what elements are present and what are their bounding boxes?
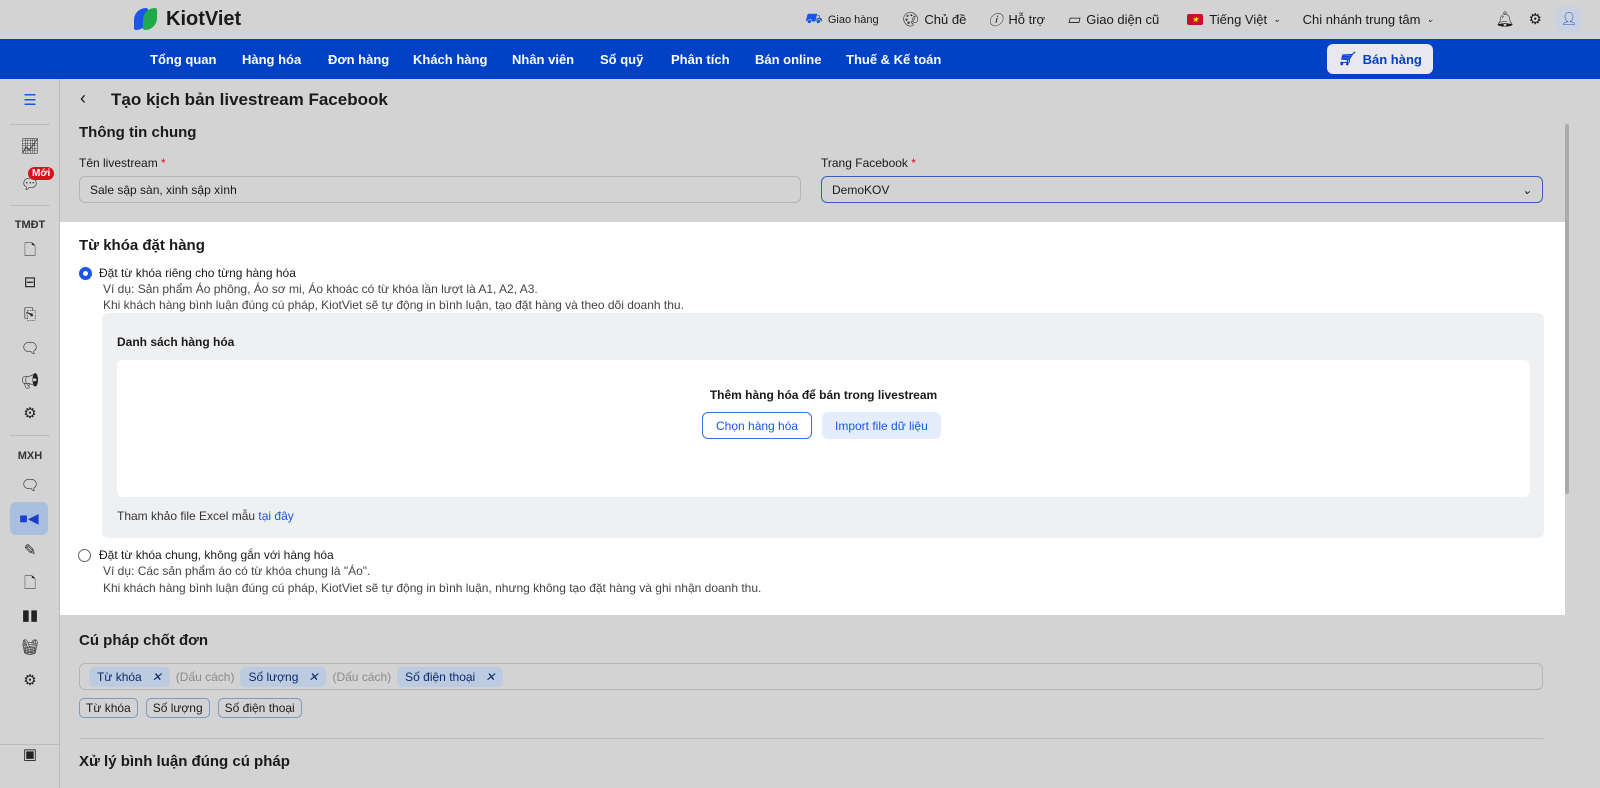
avatar[interactable]: 👤︎ (1556, 6, 1582, 32)
nav-products[interactable]: Hàng hóa (242, 52, 301, 67)
top-actions: 🔔︎ ⚙ 👤︎ (1496, 6, 1582, 32)
sidebar: ☰ 📈︎ 💬︎ Mới TMĐT 🗋 ⊟ ⎘ 🗨︎ 📢︎ ⚙ MXH 🗨︎ ■◀ … (0, 79, 60, 788)
empty-text: Thêm hàng hóa để bán trong livestream (709, 388, 938, 402)
remove-icon[interactable]: ✕ (485, 670, 495, 684)
page-label: Trang Facebook * (821, 156, 916, 170)
option1-example: Ví dụ: Sản phẩm Áo phông, Áo sơ mi, Áo k… (103, 282, 538, 296)
syntax-tags: Từ khóa Số lượng Số điện thoại (79, 698, 302, 718)
delivery-button[interactable]: ⛟ Giao hàng (804, 10, 878, 29)
gear-icon[interactable]: ⚙ (1529, 10, 1542, 28)
product-list-title: Danh sách hàng hóa (117, 335, 235, 349)
scrollbar[interactable] (1565, 124, 1569, 494)
message-icon[interactable]: 🗨︎ (0, 339, 60, 357)
nav-customers[interactable]: Khách hàng (413, 52, 487, 67)
message-icon[interactable]: 🗨︎ (0, 476, 60, 494)
chip-keyword: Từ khóa ✕ (89, 666, 170, 687)
separator: (Dấu cách) (175, 669, 235, 684)
keyword-heading: Từ khóa đặt hàng (79, 237, 205, 254)
divider (10, 124, 50, 125)
chevron-down-icon: ⌄ (1273, 14, 1281, 24)
chip-phone: Số điện thoại ✕ (397, 666, 504, 687)
chevron-down-icon: ⌄ (1521, 182, 1532, 197)
monitor-icon: ▭ (1067, 11, 1081, 27)
name-label: Tên livestream * (79, 156, 166, 170)
nav-employees[interactable]: Nhân viên (512, 52, 574, 67)
livestream-video-icon[interactable]: ■◀ (10, 502, 48, 535)
back-icon[interactable]: ‹ (80, 88, 86, 109)
divider (10, 435, 50, 436)
logo[interactable]: KiotViet (134, 6, 241, 32)
megaphone-icon[interactable]: 📢︎ (0, 372, 60, 390)
theme-button[interactable]: 🎨︎ Chủ đề (901, 11, 967, 28)
chevron-down-icon: ⌄ (1426, 14, 1434, 24)
syntax-input[interactable]: Từ khóa ✕ (Dấu cách) Số lượng ✕ (Dấu cách)… (79, 663, 1543, 690)
chart-icon[interactable]: 📈︎ (0, 137, 60, 155)
livestream-name-input[interactable]: Sale sập sàn, xinh sập xình (79, 176, 801, 203)
document-icon[interactable]: 🗋 (0, 573, 60, 598)
remove-icon[interactable]: ✕ (308, 670, 318, 684)
nav-orders[interactable]: Đơn hàng (328, 52, 389, 67)
section-social: MXH (17, 450, 43, 462)
nav-overview[interactable]: Tổng quan (150, 52, 216, 67)
nav-analytics[interactable]: Phân tích (671, 52, 730, 67)
support-icon: ⓘ (988, 11, 1003, 28)
basket-settings-icon[interactable]: 🧺︎ (0, 638, 60, 656)
import-file-button[interactable]: Import file dữ liệu (822, 412, 941, 439)
section-ecom: TMĐT (14, 219, 46, 231)
option-per-product[interactable]: Đặt từ khóa riêng cho từng hàng hóa (79, 266, 296, 280)
sell-button[interactable]: 🛒︎ Bán hàng (1327, 44, 1433, 74)
syntax-heading: Cú pháp chốt đơn (79, 632, 208, 649)
nav-online[interactable]: Bán online (755, 52, 821, 67)
page-title: Tạo kịch bản livestream Facebook (111, 90, 388, 109)
new-badge: Mới (28, 167, 55, 180)
general-heading: Thông tin chung (79, 124, 197, 141)
facebook-page-select[interactable]: DemoKOV ⌄ (821, 176, 1543, 203)
edit-icon[interactable]: ✎ (0, 541, 60, 559)
excel-reference: Tham khảo file Excel mẫu tại đây (117, 509, 294, 523)
option2-description: Khi khách hàng bình luận đúng cú pháp, K… (103, 581, 762, 595)
process-heading: Xử lý bình luận đúng cú pháp (79, 753, 290, 770)
option-common-keyword[interactable]: Đặt từ khóa chung, không gắn với hàng hó… (78, 548, 334, 562)
remove-icon[interactable]: ✕ (152, 670, 162, 684)
radio-unselected[interactable] (78, 548, 91, 562)
option1-description: Khi khách hàng bình luận đúng cú pháp, K… (103, 298, 684, 312)
top-menu: ⛟ Giao hàng 🎨︎ Chủ đề ⓘ Hỗ trợ ▭ Giao diện c… (804, 0, 1434, 39)
divider (10, 205, 50, 206)
tag-phone[interactable]: Số điện thoại (217, 698, 302, 718)
branch-select[interactable]: Chi nhánh trung tâm ⌄ (1303, 12, 1434, 27)
settings-icon[interactable]: ⚙ (0, 671, 60, 689)
chat-icon[interactable]: 💬︎ Mới (0, 167, 60, 193)
nav-cashbook[interactable]: Sổ quỹ (600, 52, 643, 67)
import-icon[interactable]: ⎘ (0, 306, 60, 323)
sample-file-link[interactable]: tại đây (258, 509, 293, 523)
bell-icon[interactable]: 🔔︎ (1496, 10, 1515, 28)
settings-icon[interactable]: ⚙ (0, 404, 60, 422)
box-icon[interactable]: ⊟ (0, 273, 60, 291)
option2-example: Ví dụ: Các sản phẩm áo có từ khóa chung … (103, 564, 371, 578)
report-icon[interactable]: ▣ (0, 745, 60, 763)
cart-icon: 🛒︎ (1338, 51, 1355, 66)
hamburger-icon[interactable]: ☰ (0, 91, 60, 109)
radio-selected[interactable] (79, 266, 92, 280)
nav-tax[interactable]: Thuế & Kế toán (846, 52, 941, 67)
divider (79, 738, 1543, 739)
choose-products-button[interactable]: Chọn hàng hóa (702, 412, 813, 439)
vn-flag-icon: ★ (1187, 14, 1204, 25)
bar-chart-icon[interactable]: ▮▮ (0, 606, 60, 624)
old-ui-button[interactable]: ▭ Giao diện cũ (1067, 11, 1159, 28)
delivery-icon: ⛟ (804, 10, 822, 26)
language-select[interactable]: ★ Tiếng Việt ⌄ (1187, 12, 1281, 27)
tag-keyword[interactable]: Từ khóa (79, 698, 138, 718)
support-button[interactable]: ⓘ Hỗ trợ (988, 10, 1045, 30)
separator: (Dấu cách) (332, 669, 392, 684)
kiotviet-logo-icon (134, 6, 160, 32)
document-icon[interactable]: 🗋 (0, 240, 60, 265)
tag-quantity[interactable]: Số lượng (145, 698, 210, 718)
palette-icon: 🎨︎ (900, 11, 919, 27)
chip-quantity: Số lượng ✕ (240, 666, 327, 687)
